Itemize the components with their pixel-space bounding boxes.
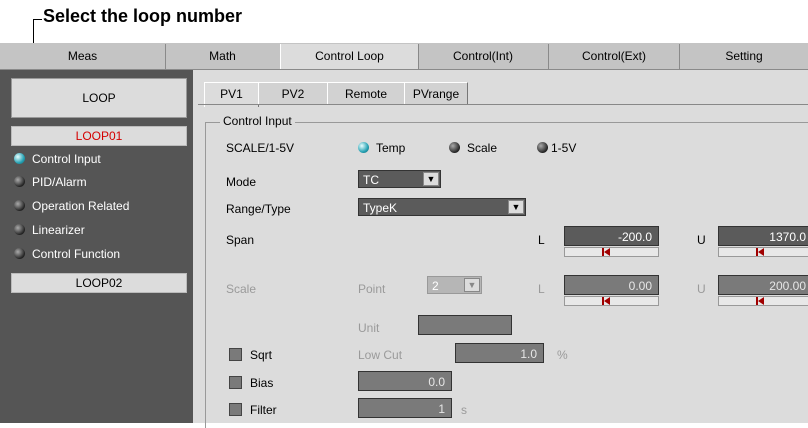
subtab-underline (198, 104, 808, 105)
scale-u-label: U (697, 282, 706, 296)
tab-meas[interactable]: Meas (0, 44, 165, 69)
low-cut-field[interactable]: 1.0 (455, 343, 544, 363)
filter-unit: s (461, 403, 467, 417)
bias-field[interactable]: 0.0 (358, 371, 452, 391)
led-off-icon (14, 248, 25, 259)
radio-label: Temp (376, 141, 406, 155)
range-type-label: Range/Type (226, 202, 291, 216)
scale-1-5v-label: SCALE/1-5V (226, 141, 295, 155)
scale-l-field[interactable]: 0.00 (564, 275, 659, 295)
mode-label: Mode (226, 175, 257, 189)
scale-l-slider[interactable] (564, 296, 659, 306)
marker-icon (602, 248, 610, 256)
range-type-value: TypeK (363, 201, 398, 215)
scale-label: Scale (226, 282, 257, 296)
radio-label: 1-5V (551, 141, 577, 155)
mode-select[interactable]: TC ▼ (358, 170, 441, 188)
sqrt-label: Sqrt (250, 348, 273, 362)
subtab-remote[interactable]: Remote (327, 82, 405, 105)
sidebar-item-operation-related[interactable]: Operation Related (14, 197, 129, 215)
chevron-down-icon: ▼ (464, 278, 480, 292)
mode-value: TC (363, 173, 379, 187)
sidebar-item-control-input[interactable]: Control Input (14, 150, 101, 168)
sidebar-item-label: Operation Related (32, 199, 130, 213)
radio-temp[interactable]: Temp (358, 141, 405, 155)
bias-checkbox[interactable] (229, 376, 242, 389)
span-l-label: L (538, 233, 545, 247)
point-value: 2 (432, 279, 439, 293)
span-u-label: U (697, 233, 706, 247)
tab-math[interactable]: Math (166, 44, 279, 69)
filter-field[interactable]: 1 (358, 398, 452, 418)
low-cut-unit: % (557, 348, 568, 362)
tab-control-int[interactable]: Control(Int) (418, 44, 548, 69)
subtab-pv2[interactable]: PV2 (258, 82, 328, 105)
span-l-field[interactable]: -200.0 (564, 226, 659, 246)
span-l-slider[interactable] (564, 247, 659, 257)
sidebar-item-control-function[interactable]: Control Function (14, 245, 120, 263)
loop01-button[interactable]: LOOP01 (11, 126, 187, 146)
range-type-select[interactable]: TypeK ▼ (358, 198, 526, 216)
scale-l-label: L (538, 282, 545, 296)
subtab-pvrange[interactable]: PVrange (404, 82, 468, 105)
marker-icon (756, 248, 764, 256)
radio-selected-icon (358, 142, 369, 153)
radio-label: Scale (467, 141, 498, 155)
radio-unselected-icon (449, 142, 460, 153)
unit-label: Unit (358, 321, 380, 335)
point-label: Point (358, 282, 386, 296)
scale-u-slider[interactable] (718, 296, 808, 306)
callout-line (33, 19, 42, 20)
unit-field[interactable] (418, 315, 512, 335)
loop02-button[interactable]: LOOP02 (11, 273, 187, 293)
scale-u-field[interactable]: 200.00 (718, 275, 808, 295)
point-select[interactable]: 2 ▼ (427, 276, 482, 294)
loop-header: LOOP (11, 78, 187, 118)
sidebar-item-linearizer[interactable]: Linearizer (14, 221, 85, 239)
sidebar-item-label: Control Function (32, 247, 121, 261)
callout-text: Select the loop number (43, 6, 243, 26)
led-on-icon (14, 153, 25, 164)
span-label: Span (226, 233, 255, 247)
sidebar-item-label: Linearizer (32, 223, 85, 237)
span-u-field[interactable]: 1370.0 (718, 226, 808, 246)
sidebar-item-pid-alarm[interactable]: PID/Alarm (14, 173, 87, 191)
low-cut-label: Low Cut (358, 348, 403, 362)
sidebar-item-label: Control Input (32, 152, 101, 166)
led-off-icon (14, 200, 25, 211)
radio-1-5v[interactable]: 1-5V (537, 141, 576, 155)
marker-icon (756, 297, 764, 305)
span-u-slider[interactable] (718, 247, 808, 257)
bias-label: Bias (250, 376, 274, 390)
tab-control-loop[interactable]: Control Loop (280, 44, 419, 69)
chevron-down-icon: ▼ (423, 172, 439, 186)
led-off-icon (14, 224, 25, 235)
marker-icon (602, 297, 610, 305)
radio-scale[interactable]: Scale (449, 141, 497, 155)
chevron-down-icon: ▼ (508, 200, 524, 214)
filter-checkbox[interactable] (229, 403, 242, 416)
sqrt-checkbox[interactable] (229, 348, 242, 361)
radio-unselected-icon (537, 142, 548, 153)
filter-label: Filter (250, 403, 277, 417)
sidebar-item-label: PID/Alarm (32, 175, 87, 189)
led-off-icon (14, 176, 25, 187)
tab-setting[interactable]: Setting (680, 44, 808, 69)
group-label: Control Input (220, 114, 295, 128)
tab-control-ext[interactable]: Control(Ext) (549, 44, 679, 69)
